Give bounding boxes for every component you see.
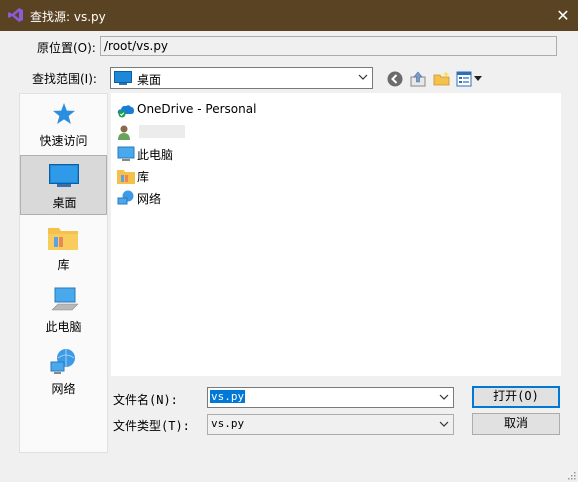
places-item-label: 快速访问 [39,134,88,148]
list-item-label: 此电脑 [137,148,174,162]
chevron-down-icon [358,74,368,80]
user-icon [118,125,130,140]
places-item-desktop[interactable]: 桌面 [20,155,107,215]
chevron-down-icon [439,421,449,427]
onedrive-icon [117,105,134,118]
filetype-value: vs.py [211,417,245,430]
cancel-button[interactable]: 取消 [472,413,560,435]
chevron-down-icon [439,394,449,400]
location-label: 原位置(O): [37,41,96,55]
filename-input[interactable]: vs.py [207,387,454,408]
network-icon [117,190,134,205]
places-item-label: 网络 [51,382,76,396]
list-item-label: 网络 [137,192,162,206]
filename-value: vs.py [210,390,246,403]
library-folder-icon [48,228,78,250]
list-item-label: 库 [137,170,150,184]
dropdown-caret-icon [474,76,482,81]
location-value: /root/vs.py [104,39,169,53]
look-in-dropdown[interactable]: 桌面 [110,67,373,89]
location-field: /root/vs.py [100,36,557,56]
desktop-icon [49,164,79,187]
blurred-username [139,125,185,138]
places-item-label: 库 [57,258,70,272]
back-arrow-icon[interactable] [386,70,404,88]
places-item-this-pc[interactable]: 此电脑 [20,280,107,340]
close-button[interactable]: ✕ [548,0,578,31]
window-title: 查找源: vs.py [30,10,106,24]
filename-label: 文件名(N): [113,393,178,407]
places-item-label: 此电脑 [45,320,82,334]
library-folder-icon [117,170,135,184]
up-folder-icon[interactable] [409,70,427,88]
view-menu-icon [456,71,472,87]
resize-grip-icon[interactable] [566,470,576,480]
places-item-library[interactable]: 库 [20,218,107,278]
new-folder-icon[interactable] [433,70,451,88]
desktop-icon [114,71,132,85]
list-item-label: OneDrive - Personal [137,102,257,116]
computer-icon [52,287,78,311]
file-list[interactable]: OneDrive - Personal 此电脑 库 网络 [111,93,561,376]
computer-icon [117,146,135,161]
title-bar: 查找源: vs.py ✕ [0,0,578,31]
places-item-label: 桌面 [52,196,77,210]
network-icon [50,349,75,374]
open-button[interactable]: 打开(O) [472,386,560,408]
places-bar: 快速访问 桌面 库 此电脑 网络 [19,93,108,453]
visual-studio-icon [8,8,23,22]
places-item-network[interactable]: 网络 [20,344,107,404]
look-in-label: 查找范围(I): [32,72,97,86]
filetype-dropdown[interactable]: vs.py [207,414,454,435]
star-icon [53,103,75,124]
look-in-value: 桌面 [137,73,162,87]
close-icon: ✕ [556,6,570,25]
places-item-quick-access[interactable]: 快速访问 [20,96,107,156]
view-menu-button[interactable] [456,70,484,88]
filetype-label: 文件类型(T): [113,419,190,433]
